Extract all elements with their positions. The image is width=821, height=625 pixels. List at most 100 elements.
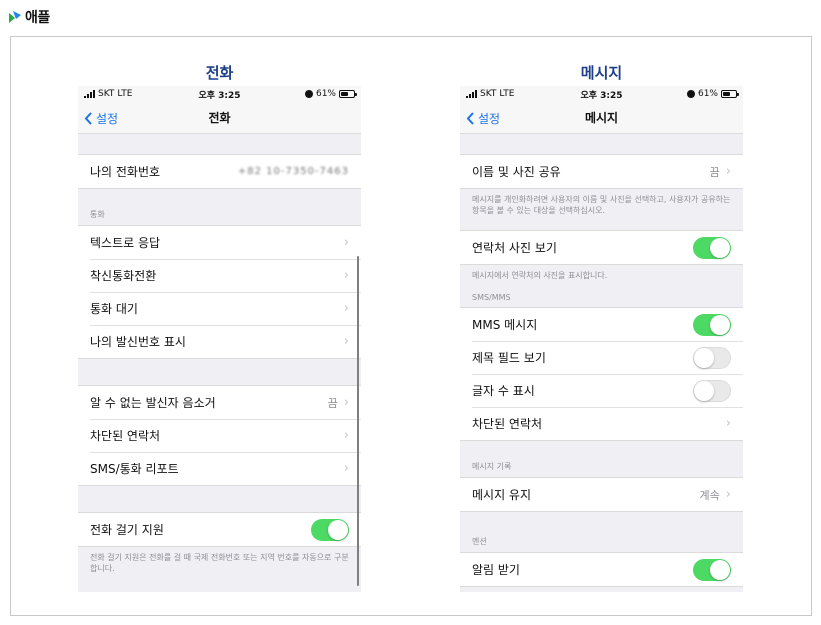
row-text-reply[interactable]: 텍스트로 응답 › <box>78 226 361 259</box>
navigation-bar: 설정 전화 <box>78 102 361 134</box>
sms-mms-group: MMS 메시지 제목 필드 보기 글자 수 표시 차단된 연락처 › <box>460 307 743 441</box>
row-value: 끔 <box>327 396 338 410</box>
my-number-row[interactable]: 나의 전화번호 +82 10-7350-7463 <box>78 155 361 188</box>
battery-icon <box>339 90 357 98</box>
section-header-history: 메시지 기록 <box>472 462 512 471</box>
row-notify-me: 알림 받기 <box>460 553 743 586</box>
privacy-group: 알 수 없는 발신자 음소거 끔 › 차단된 연락처 › SMS/통화 리포트 › <box>78 385 361 486</box>
phone-number-value: +82 10-7350-7463 <box>237 166 349 177</box>
row-label: 메시지 유지 <box>472 488 532 502</box>
name-photo-note: 메시지를 개인화하려면 사용자의 이름 및 사진을 선택하고, 사용자가 공유하… <box>460 189 743 230</box>
back-label: 설정 <box>96 111 119 126</box>
back-button[interactable]: 설정 <box>466 102 500 134</box>
row-name-photo-sharing[interactable]: 이름 및 사진 공유 끔 › <box>460 155 743 188</box>
back-label: 설정 <box>478 111 501 126</box>
row-label: 나의 발신번호 표시 <box>90 335 186 349</box>
calls-group: 텍스트로 응답 › 착신통화전환 › 통화 대기 › 나의 발신번호 표시 › <box>78 225 361 359</box>
row-blocked-contacts[interactable]: 차단된 연락처 › <box>78 419 361 452</box>
brand-text: 애플 <box>25 10 50 26</box>
chevron-right-icon: › <box>343 428 349 443</box>
chevron-right-icon: › <box>343 461 349 476</box>
contact-photo-group: 연락처 사진 보기 <box>460 230 743 265</box>
status-time: 오후 3:25 <box>580 90 623 101</box>
row-label: 알림 받기 <box>472 563 520 577</box>
network: LTE <box>117 89 133 99</box>
row-keep-messages[interactable]: 메시지 유지 계속 › <box>460 478 743 511</box>
character-count-toggle[interactable] <box>693 379 731 402</box>
chevron-right-icon: › <box>343 235 349 250</box>
left-column-title: 전화 <box>205 64 234 82</box>
section-header-mentions: 멘션 <box>472 537 487 546</box>
battery-percent: 61% <box>315 89 336 99</box>
status-bar: SKT LTE 오후 3:25 61% <box>78 86 361 102</box>
chevron-right-icon: › <box>343 268 349 283</box>
chevron-left-icon <box>466 111 474 125</box>
row-value: 계속 <box>699 488 720 502</box>
row-call-waiting[interactable]: 통화 대기 › <box>78 292 361 325</box>
dial-assist-group: 전화 걸기 지원 <box>78 512 361 547</box>
row-show-contact-photos: 연락처 사진 보기 <box>460 231 743 264</box>
row-show-subject-field: 제목 필드 보기 <box>460 341 743 374</box>
dial-assist-note: 전화 걸기 지원은 전화를 걸 때 국제 전화번호 또는 지역 번호를 자동으로… <box>78 547 361 580</box>
chevron-right-icon: › <box>343 395 349 410</box>
row-character-count: 글자 수 표시 <box>460 374 743 407</box>
carrier: SKT <box>98 89 115 99</box>
row-label: 차단된 연락처 <box>472 417 543 431</box>
subject-field-toggle[interactable] <box>693 346 731 369</box>
navigation-bar: 설정 메시지 <box>460 102 743 134</box>
mms-toggle[interactable] <box>693 313 731 336</box>
row-label: 제목 필드 보기 <box>472 351 546 365</box>
row-blocked-contacts[interactable]: 차단된 연락처 › <box>460 407 743 440</box>
row-label: 차단된 연락처 <box>90 429 161 443</box>
dial-assist-toggle[interactable] <box>311 518 349 541</box>
row-label: 글자 수 표시 <box>472 384 535 398</box>
nav-title: 메시지 <box>584 111 619 125</box>
notify-toggle[interactable] <box>693 558 731 581</box>
row-label: 착신통화전환 <box>90 269 157 283</box>
brand-logo: 애플 <box>8 6 50 28</box>
row-label: 연락처 사진 보기 <box>472 241 557 255</box>
name-photo-group: 이름 및 사진 공유 끔 › <box>460 154 743 189</box>
contact-photo-toggle[interactable] <box>693 236 731 259</box>
row-silence-unknown[interactable]: 알 수 없는 발신자 음소거 끔 › <box>78 386 361 419</box>
nav-title: 전화 <box>208 111 231 125</box>
my-number-group: 나의 전화번호 +82 10-7350-7463 <box>78 154 361 189</box>
chevron-right-icon: › <box>343 334 349 349</box>
chevron-right-icon: › <box>725 416 731 431</box>
row-label: 나의 전화번호 <box>90 165 161 179</box>
row-call-forwarding[interactable]: 착신통화전환 › <box>78 259 361 292</box>
alarm-icon <box>686 90 695 98</box>
section-header-sms-mms: SMS/MMS <box>472 293 511 302</box>
row-label: 통화 대기 <box>90 302 138 316</box>
status-time: 오후 3:25 <box>198 90 241 101</box>
history-group: 메시지 유지 계속 › <box>460 477 743 512</box>
row-label: 알 수 없는 발신자 음소거 <box>90 396 216 410</box>
network: LTE <box>499 89 515 99</box>
status-bar: SKT LTE 오후 3:25 61% <box>460 86 743 102</box>
signal-icon <box>466 90 477 98</box>
battery-percent: 61% <box>697 89 718 99</box>
right-column-title: 메시지 <box>580 64 623 82</box>
chevron-left-icon <box>84 111 92 125</box>
row-show-caller-id[interactable]: 나의 발신번호 표시 › <box>78 325 361 358</box>
row-label: 이름 및 사진 공유 <box>472 165 561 179</box>
messages-settings-screen: SKT LTE 오후 3:25 61% 설정 메시지 이름 및 사진 공유 끔 › … <box>460 86 743 592</box>
row-mms-messaging: MMS 메시지 <box>460 308 743 341</box>
chevron-right-icon: › <box>343 301 349 316</box>
mentions-group: 알림 받기 <box>460 552 743 587</box>
scroll-indicator <box>357 256 359 586</box>
contact-photo-note: 메시지에서 연락처의 사진을 표시합니다. <box>460 265 743 287</box>
chevron-right-icon: › <box>725 164 731 179</box>
row-label: 텍스트로 응답 <box>90 236 161 250</box>
alarm-icon <box>304 90 313 98</box>
row-sms-call-report[interactable]: SMS/통화 리포트 › <box>78 452 361 485</box>
row-label: SMS/통화 리포트 <box>90 462 179 476</box>
signal-icon <box>84 90 95 98</box>
back-button[interactable]: 설정 <box>84 102 118 134</box>
row-label: 전화 걸기 지원 <box>90 523 164 537</box>
row-value: 끔 <box>709 165 720 179</box>
chevron-right-icon: › <box>725 487 731 502</box>
carrier: SKT <box>480 89 497 99</box>
section-header-calls: 통화 <box>90 210 105 219</box>
row-dial-assist: 전화 걸기 지원 <box>78 513 361 546</box>
